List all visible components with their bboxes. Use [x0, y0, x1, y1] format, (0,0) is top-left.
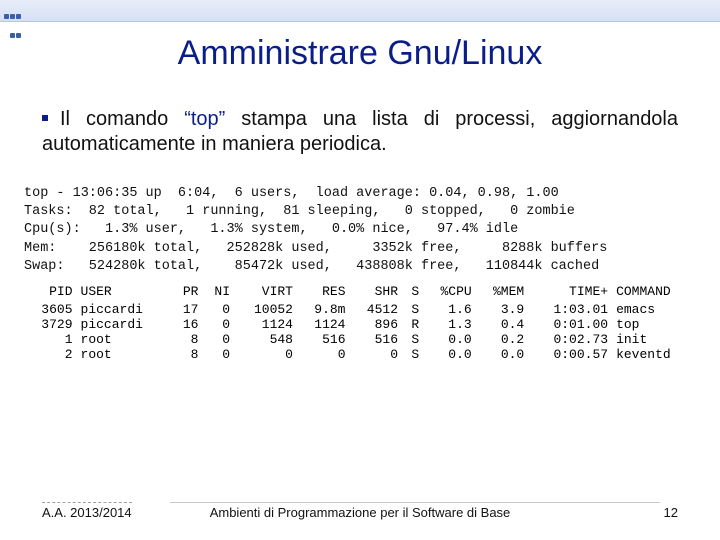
cell-time: 0:02.73 [528, 332, 612, 347]
cell-s: R [402, 317, 423, 332]
cell-user: piccardi [77, 302, 171, 317]
table-row: 1root80548516516S0.00.20:02.73init [24, 332, 696, 347]
cell-ni: 0 [202, 302, 234, 317]
th-pid: PID [24, 284, 77, 302]
cell-ni: 0 [202, 332, 234, 347]
terminal-output: top - 13:06:35 up 6:04, 6 users, load av… [24, 185, 696, 276]
cell-s: S [402, 332, 423, 347]
th-s: S [402, 284, 423, 302]
cell-mem: 3.9 [476, 302, 529, 317]
cell-cmd: keventd [612, 347, 696, 362]
cell-time: 0:01.00 [528, 317, 612, 332]
cell-pr: 8 [171, 347, 203, 362]
footer: A.A. 2013/2014 Ambienti di Programmazion… [0, 502, 720, 524]
cell-mem: 0.2 [476, 332, 529, 347]
cell-ni: 0 [202, 347, 234, 362]
footer-title: Ambienti di Programmazione per il Softwa… [0, 505, 720, 520]
th-virt: VIRT [234, 284, 297, 302]
th-time: TIME+ [528, 284, 612, 302]
table-header-row: PID USER PR NI VIRT RES SHR S %CPU %MEM … [24, 284, 696, 302]
cell-pid: 3729 [24, 317, 77, 332]
cell-shr: 516 [350, 332, 403, 347]
footer-rule [170, 502, 660, 503]
th-res: RES [297, 284, 350, 302]
cell-s: S [402, 302, 423, 317]
bullet-dot-icon [42, 115, 48, 121]
table-row: 2root80000S0.00.00:00.57keventd [24, 347, 696, 362]
cell-res: 9.8m [297, 302, 350, 317]
cell-cmd: init [612, 332, 696, 347]
th-cmd: COMMAND [612, 284, 696, 302]
cell-shr: 0 [350, 347, 403, 362]
th-pr: PR [171, 284, 203, 302]
top-line-3: Cpu(s): 1.3% user, 1.3% system, 0.0% nic… [24, 222, 518, 237]
cell-s: S [402, 347, 423, 362]
slide: Amministrare Gnu/Linux Il comando “top” … [0, 0, 720, 540]
cell-pid: 1 [24, 332, 77, 347]
cell-cmd: emacs [612, 302, 696, 317]
cell-cpu: 1.6 [423, 302, 476, 317]
cell-user: root [77, 347, 171, 362]
cell-shr: 4512 [350, 302, 403, 317]
corner-decoration [4, 6, 22, 43]
cell-pid: 2 [24, 347, 77, 362]
top-line-2: Tasks: 82 total, 1 running, 81 sleeping,… [24, 204, 575, 219]
cell-user: root [77, 332, 171, 347]
cell-time: 1:03.01 [528, 302, 612, 317]
page-number: 12 [664, 505, 678, 520]
th-shr: SHR [350, 284, 403, 302]
cell-mem: 0.4 [476, 317, 529, 332]
cell-res: 516 [297, 332, 350, 347]
cell-time: 0:00.57 [528, 347, 612, 362]
cell-res: 1124 [297, 317, 350, 332]
cell-virt: 0 [234, 347, 297, 362]
cell-ni: 0 [202, 317, 234, 332]
top-line-5: Swap: 524280k total, 85472k used, 438808… [24, 259, 599, 274]
page-title: Amministrare Gnu/Linux [0, 34, 720, 73]
cell-virt: 1124 [234, 317, 297, 332]
header-bar [0, 0, 720, 22]
cell-cpu: 1.3 [423, 317, 476, 332]
table-row: 3729piccardi16011241124896R1.30.40:01.00… [24, 317, 696, 332]
th-mem: %MEM [476, 284, 529, 302]
th-user: USER [77, 284, 171, 302]
body-content: Il comando “top” stampa una lista di pro… [0, 73, 720, 157]
cell-res: 0 [297, 347, 350, 362]
cell-cpu: 0.0 [423, 332, 476, 347]
th-cpu: %CPU [423, 284, 476, 302]
cell-virt: 548 [234, 332, 297, 347]
cell-pr: 8 [171, 332, 203, 347]
top-line-1: top - 13:06:35 up 6:04, 6 users, load av… [24, 186, 559, 201]
bullet-item: Il comando “top” stampa una lista di pro… [42, 107, 678, 157]
cell-mem: 0.0 [476, 347, 529, 362]
cell-cmd: top [612, 317, 696, 332]
process-table: PID USER PR NI VIRT RES SHR S %CPU %MEM … [24, 284, 696, 362]
top-line-4: Mem: 256180k total, 252828k used, 3352k … [24, 241, 607, 256]
cell-pid: 3605 [24, 302, 77, 317]
cell-cpu: 0.0 [423, 347, 476, 362]
cell-virt: 10052 [234, 302, 297, 317]
cell-shr: 896 [350, 317, 403, 332]
bullet-pre: Il comando [60, 108, 184, 130]
cell-pr: 16 [171, 317, 203, 332]
cell-pr: 17 [171, 302, 203, 317]
th-ni: NI [202, 284, 234, 302]
cell-user: piccardi [77, 317, 171, 332]
table-row: 3605piccardi170100529.8m4512S1.63.91:03.… [24, 302, 696, 317]
bullet-quoted: “top” [184, 108, 225, 130]
